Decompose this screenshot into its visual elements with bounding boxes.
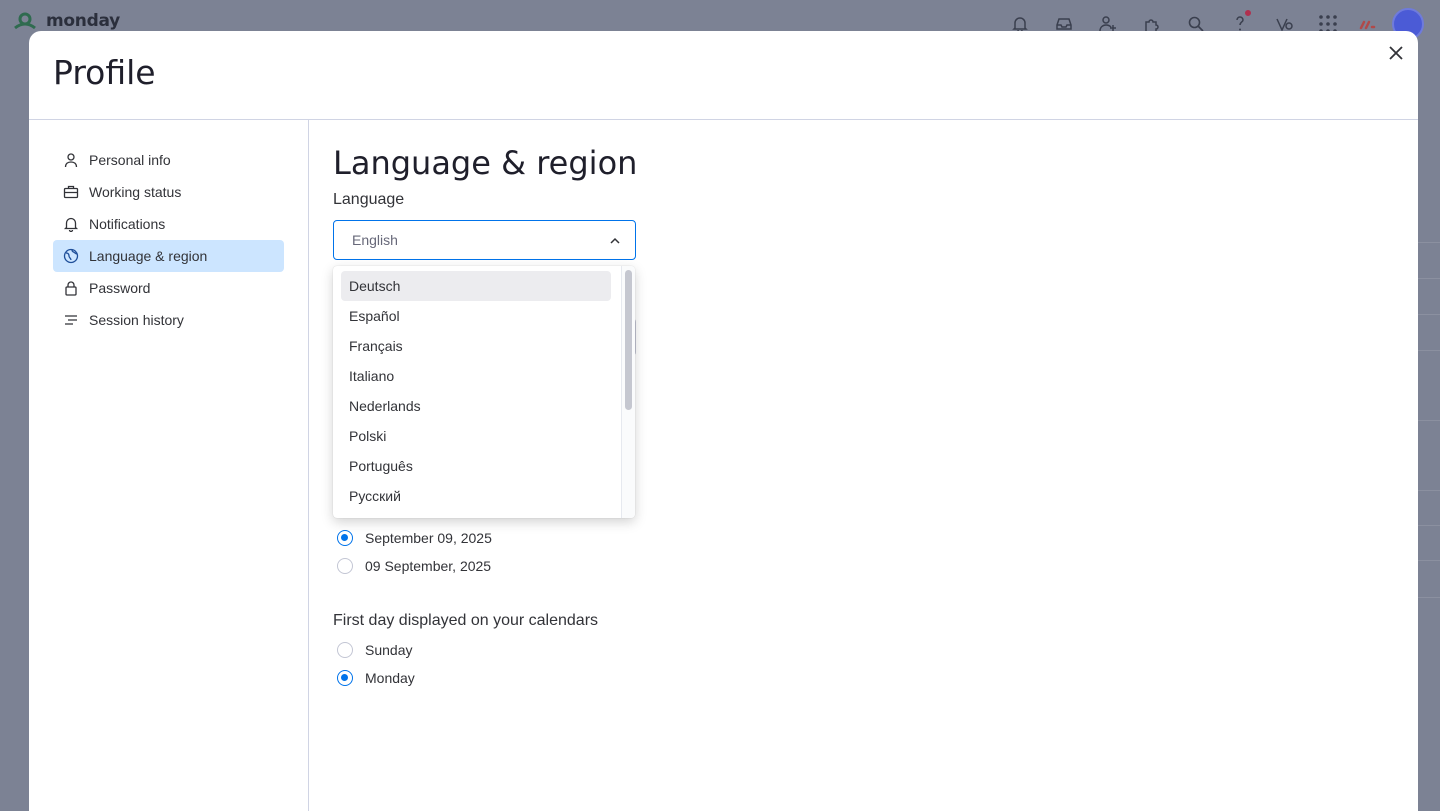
chevron-up-icon (610, 237, 620, 244)
radio-selected[interactable] (337, 670, 353, 686)
radio-selected[interactable] (337, 530, 353, 546)
bell-icon (63, 216, 79, 232)
sidebar-item-language-region[interactable]: Language & region (53, 240, 284, 272)
briefcase-icon (63, 184, 79, 200)
language-option[interactable]: Русский (341, 481, 611, 511)
first-day-option-label: Monday (365, 670, 415, 686)
brand[interactable]: monday (12, 10, 120, 32)
list-icon (63, 312, 79, 328)
close-button[interactable] (1384, 41, 1408, 65)
close-icon (1389, 46, 1403, 60)
first-day-label: First day displayed on your calendars (333, 612, 599, 629)
sidebar-item-label: Session history (89, 312, 184, 328)
sidebar-item-session-history[interactable]: Session history (53, 304, 284, 336)
lock-icon (63, 280, 79, 296)
language-option[interactable]: Italiano (341, 361, 611, 391)
modal-header: Profile (29, 31, 1418, 120)
language-option[interactable]: Français (341, 331, 611, 361)
page-title: Language & region (333, 144, 638, 182)
profile-modal: Profile Personal info Working status Not… (29, 31, 1418, 811)
radio-unselected[interactable] (337, 558, 353, 574)
sidebar-item-password[interactable]: Password (53, 272, 284, 304)
first-day-option[interactable]: Sunday (337, 642, 412, 658)
language-option[interactable]: Nederlands (341, 391, 611, 421)
radio-unselected[interactable] (337, 642, 353, 658)
person-icon (63, 152, 79, 168)
date-format-option[interactable]: 09 September, 2025 (337, 558, 491, 574)
sidebar-item-personal-info[interactable]: Personal info (53, 144, 284, 176)
language-option[interactable]: Español (341, 301, 611, 331)
first-day-option[interactable]: Monday (337, 670, 415, 686)
language-dropdown: Deutsch Español Français Italiano Nederl… (333, 266, 635, 518)
date-format-option[interactable]: September 09, 2025 (337, 530, 492, 546)
notification-dot (1244, 9, 1252, 17)
language-select-value: English (352, 232, 398, 248)
profile-sidebar: Personal info Working status Notificatio… (29, 120, 309, 811)
modal-title: Profile (53, 53, 156, 92)
sidebar-item-label: Personal info (89, 152, 171, 168)
sidebar-item-working-status[interactable]: Working status (53, 176, 284, 208)
language-option[interactable]: Polski (341, 421, 611, 451)
first-day-option-label: Sunday (365, 642, 413, 658)
brand-name: monday (46, 11, 120, 31)
sidebar-item-label: Notifications (89, 216, 166, 232)
sidebar-item-label: Password (89, 280, 151, 296)
date-format-label: 09 September, 2025 (365, 558, 492, 574)
sidebar-item-label: Working status (89, 184, 182, 200)
sidebar-item-label: Language & region (89, 248, 208, 264)
language-select[interactable]: English (333, 220, 636, 260)
dropdown-scrollbar[interactable] (621, 266, 635, 518)
date-format-label: September 09, 2025 (365, 530, 492, 546)
scrollbar-thumb[interactable] (625, 270, 632, 410)
modal-body: Personal info Working status Notificatio… (29, 120, 1418, 811)
sidebar-item-notifications[interactable]: Notifications (53, 208, 284, 240)
monday-logo-icon (12, 10, 38, 32)
language-option[interactable]: Português (341, 451, 611, 481)
globe-icon (63, 248, 79, 264)
language-label: Language (333, 191, 405, 208)
language-option[interactable]: Deutsch (341, 271, 611, 301)
content-panel: Language & region Language English Deuts… (309, 120, 1418, 811)
